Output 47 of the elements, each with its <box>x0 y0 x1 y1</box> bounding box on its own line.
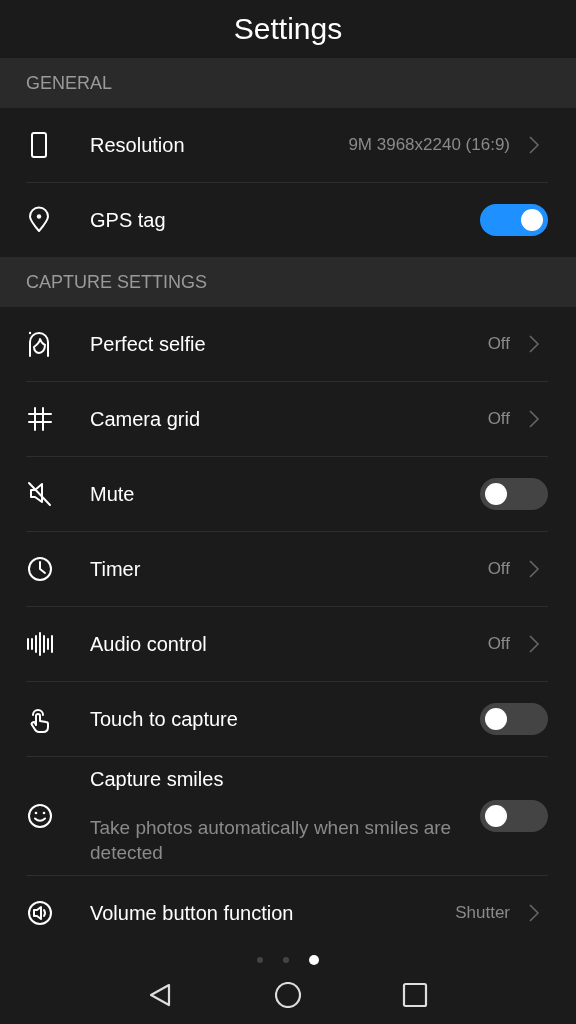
screen-title: Settings <box>233 12 343 47</box>
settings-row[interactable]: Resolution 9M 3968x2240 (16:9) <box>26 108 548 183</box>
toggle-switch[interactable] <box>480 204 548 237</box>
settings-row[interactable]: Perfect selfie Off <box>26 307 548 382</box>
setting-value: Off <box>487 559 510 580</box>
setting-label: Mute <box>90 482 136 506</box>
settings-row[interactable]: Capture smiles Take photos automatically when smiles are detected <box>26 756 548 876</box>
setting-value: Shutter <box>455 903 510 924</box>
setting-label: Perfect selfie <box>90 332 207 356</box>
settings-row[interactable]: Touch to capture <box>26 681 548 757</box>
setting-label: Audio control <box>90 632 208 656</box>
section-header: GENERAL <box>0 58 576 109</box>
sound-wave-icon <box>26 630 54 659</box>
muted-speaker-icon <box>26 480 54 509</box>
setting-label: GPS tag <box>90 208 167 232</box>
chevron-right-icon <box>528 559 540 580</box>
setting-value: Off <box>487 334 510 355</box>
setting-description: Take photos automatically when smiles are detected <box>90 815 453 865</box>
toggle-switch[interactable] <box>480 800 548 833</box>
chevron-right-icon <box>528 135 540 156</box>
toggle-switch[interactable] <box>480 703 548 736</box>
speaker-icon <box>26 899 54 928</box>
chevron-right-icon <box>528 409 540 430</box>
grid-icon <box>26 405 54 434</box>
setting-label: Volume button function <box>90 901 295 925</box>
chevron-right-icon <box>528 903 540 924</box>
settings-row[interactable]: Timer Off <box>26 531 548 607</box>
setting-label: Resolution <box>90 133 186 157</box>
setting-label: Touch to capture <box>90 707 239 731</box>
section-header: CAPTURE SETTINGS <box>0 257 576 308</box>
clock-icon <box>26 555 54 584</box>
setting-value: Off <box>487 634 510 655</box>
settings-row[interactable]: Audio control Off <box>26 606 548 682</box>
settings-row[interactable]: Volume button function Shutter <box>26 875 548 951</box>
smiley-icon <box>26 802 54 831</box>
setting-value: Off <box>487 409 510 430</box>
setting-label: Camera grid <box>90 407 202 431</box>
setting-label: Timer <box>90 557 142 581</box>
toggle-switch[interactable] <box>480 478 548 511</box>
home-icon[interactable] <box>275 981 301 1008</box>
settings-row[interactable]: Camera grid Off <box>26 381 548 457</box>
chevron-right-icon <box>528 634 540 655</box>
settings-row[interactable]: Mute <box>26 456 548 532</box>
setting-value: 9M 3968x2240 (16:9) <box>348 135 510 156</box>
recent-apps-icon[interactable] <box>402 981 428 1008</box>
chevron-right-icon <box>528 334 540 355</box>
setting-label: Capture smiles <box>90 767 225 791</box>
